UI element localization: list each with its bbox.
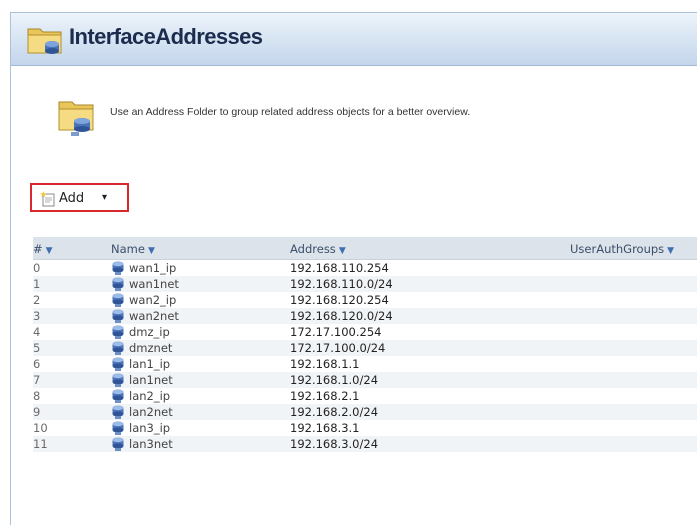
row-number: 11 — [33, 437, 48, 451]
row-address: 192.168.2.0/24 — [290, 405, 379, 419]
table-row[interactable]: 5 dmznet 172.17.100.0/24 — [33, 340, 697, 356]
table-header: # ▼ Name ▼ Address ▼ UserAuthGroups ▼ — [33, 237, 697, 260]
new-item-icon — [40, 191, 55, 207]
address-table: # ▼ Name ▼ Address ▼ UserAuthGroups ▼ 0 wan1_… — [33, 237, 697, 452]
chevron-down-icon: ▾ — [102, 192, 108, 203]
address-object-icon — [111, 340, 125, 355]
row-name: wan1_ip — [129, 261, 177, 275]
row-address: 192.168.1.0/24 — [290, 373, 379, 387]
address-object-icon — [111, 260, 125, 275]
column-header-userauthgroups[interactable]: UserAuthGroups ▼ — [570, 242, 674, 256]
row-number: 10 — [33, 421, 48, 435]
address-object-icon — [111, 276, 125, 291]
column-header-name[interactable]: Name ▼ — [111, 242, 155, 256]
sort-down-icon: ▼ — [147, 246, 155, 256]
row-number: 9 — [33, 405, 41, 419]
row-address: 192.168.3.1 — [290, 421, 360, 435]
column-header-number[interactable]: # ▼ — [33, 242, 53, 256]
table-row[interactable]: 0 wan1_ip 192.168.110.254 — [33, 260, 697, 276]
sort-down-icon: ▼ — [45, 246, 53, 256]
row-number: 6 — [33, 357, 41, 371]
sort-down-icon: ▼ — [667, 246, 675, 256]
row-name: dmznet — [129, 341, 173, 355]
row-number: 4 — [33, 325, 41, 339]
page-title: InterfaceAddresses — [69, 24, 263, 49]
table-row[interactable]: 8 lan2_ip 192.168.2.1 — [33, 388, 697, 404]
table-row[interactable]: 6 lan1_ip 192.168.1.1 — [33, 356, 697, 372]
row-address: 192.168.3.0/24 — [290, 437, 379, 451]
address-object-icon — [111, 324, 125, 339]
address-folder-panel: InterfaceAddresses Use an Address Folder… — [10, 12, 697, 525]
address-object-icon — [111, 404, 125, 419]
table-row[interactable]: 7 lan1net 192.168.1.0/24 — [33, 372, 697, 388]
table-row[interactable]: 1 wan1net 192.168.110.0/24 — [33, 276, 697, 292]
add-button[interactable]: Add ▾ — [30, 183, 129, 212]
row-number: 2 — [33, 293, 41, 307]
row-number: 0 — [33, 261, 41, 275]
address-folder-icon — [27, 28, 62, 54]
column-header-address[interactable]: Address ▼ — [290, 242, 346, 256]
address-object-icon — [111, 292, 125, 307]
row-number: 3 — [33, 309, 41, 323]
add-button-label: Add — [59, 191, 85, 206]
title-bar: InterfaceAddresses — [11, 13, 697, 66]
address-object-icon — [111, 356, 125, 371]
address-object-icon — [111, 372, 125, 387]
row-name: wan2_ip — [129, 293, 177, 307]
row-name: wan1net — [129, 277, 179, 291]
table-row[interactable]: 4 dmz_ip 172.17.100.254 — [33, 324, 697, 340]
row-address: 192.168.120.254 — [290, 293, 389, 307]
table-body: 0 wan1_ip 192.168.110.254 1 wan1net 192.168.1… — [33, 260, 697, 452]
row-name: lan2net — [129, 405, 173, 419]
address-object-icon — [111, 388, 125, 403]
row-number: 8 — [33, 389, 41, 403]
table-row[interactable]: 11 lan3net 192.168.3.0/24 — [33, 436, 697, 452]
row-address: 172.17.100.0/24 — [290, 341, 386, 355]
address-object-icon — [111, 436, 125, 451]
row-address: 192.168.110.254 — [290, 261, 389, 275]
row-number: 1 — [33, 277, 41, 291]
row-name: lan3_ip — [129, 421, 171, 435]
address-object-icon — [111, 420, 125, 435]
row-number: 7 — [33, 373, 41, 387]
row-number: 5 — [33, 341, 41, 355]
sort-down-icon: ▼ — [338, 246, 346, 256]
row-address: 192.168.2.1 — [290, 389, 360, 403]
row-address: 192.168.110.0/24 — [290, 277, 393, 291]
row-address: 192.168.1.1 — [290, 357, 360, 371]
table-row[interactable]: 10 lan3_ip 192.168.3.1 — [33, 420, 697, 436]
address-object-icon — [111, 308, 125, 323]
address-folder-icon — [58, 101, 94, 136]
info-description: Use an Address Folder to group related a… — [110, 106, 471, 118]
row-name: lan1net — [129, 373, 173, 387]
row-name: lan2_ip — [129, 389, 171, 403]
row-name: lan1_ip — [129, 357, 171, 371]
table-row[interactable]: 2 wan2_ip 192.168.120.254 — [33, 292, 697, 308]
row-name: lan3net — [129, 437, 173, 451]
row-address: 192.168.120.0/24 — [290, 309, 393, 323]
table-row[interactable]: 9 lan2net 192.168.2.0/24 — [33, 404, 697, 420]
table-row[interactable]: 3 wan2net 192.168.120.0/24 — [33, 308, 697, 324]
row-address: 172.17.100.254 — [290, 325, 382, 339]
row-name: wan2net — [129, 309, 179, 323]
row-name: dmz_ip — [129, 325, 170, 339]
